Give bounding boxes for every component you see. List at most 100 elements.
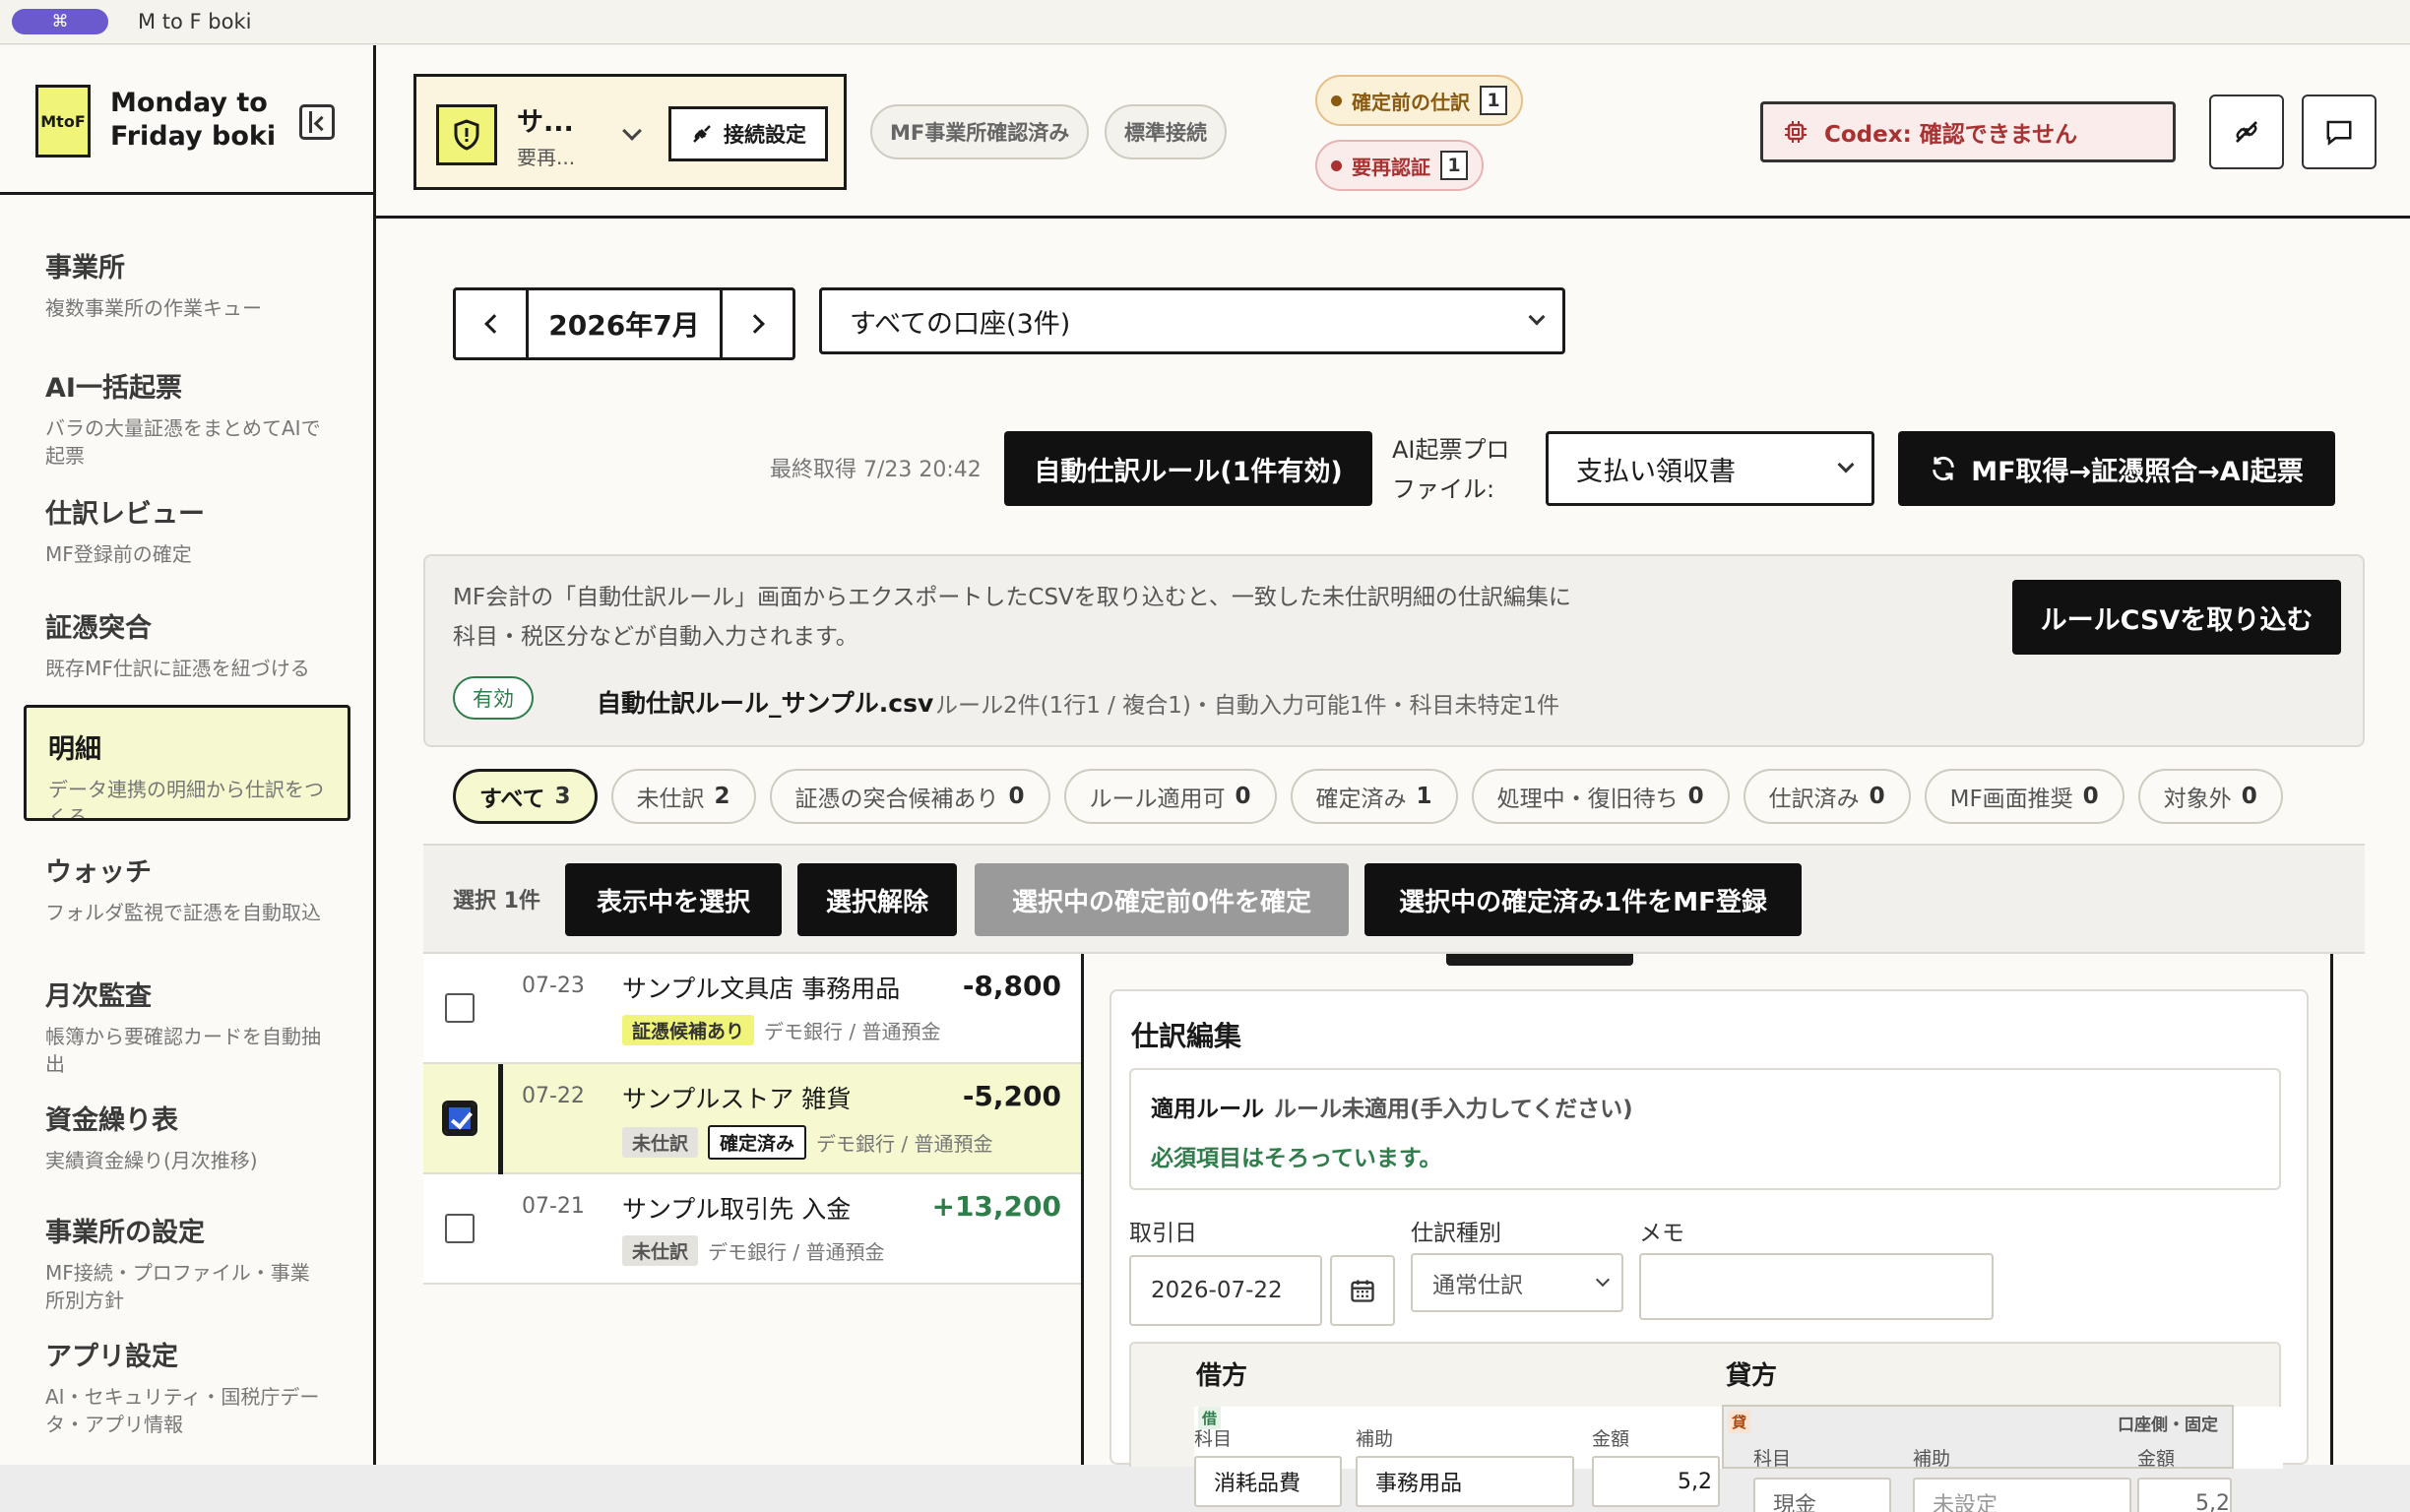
row-checkbox[interactable]	[442, 1101, 477, 1136]
filter-unjournaled[interactable]: 未仕訳 2	[610, 769, 756, 824]
filter-count: 0	[2241, 784, 2257, 809]
sidebar-item-label: 証憑突合	[45, 613, 152, 644]
profile-select[interactable]: 支払い領収書	[1546, 431, 1874, 506]
sidebar-item-desc: 既存MF仕訳に証憑を紐づける	[45, 657, 310, 680]
codex-status-text: Codex: 確認できません	[1824, 122, 2078, 148]
list-item[interactable]: 07-21 サンプル取引先 入金 +13,200 未仕訳 デモ銀行 / 普通預金	[423, 1174, 1083, 1285]
filter-journaled[interactable]: 仕訳済み 0	[1743, 769, 1911, 824]
credit-account-input[interactable]: 現金	[1753, 1478, 1891, 1512]
sidebar-item-journal-review[interactable]: 仕訳レビュー MF登録前の確定	[24, 472, 350, 591]
auto-rule-button[interactable]: 自動仕訳ルール(1件有効)	[1004, 431, 1372, 506]
connection-settings-button[interactable]: 接続設定	[668, 106, 828, 161]
status-badge: 未仕訳	[622, 1235, 699, 1266]
sidebar-item-offices[interactable]: 事業所 複数事業所の作業キュー	[24, 226, 350, 345]
row-tags: 証憑候補あり デモ銀行 / 普通預金	[622, 1015, 940, 1045]
sidebar-item-app-settings[interactable]: アプリ設定 AI・セキュリティ・国税庁データ・アプリ情報	[24, 1315, 350, 1436]
filter-count: 3	[554, 784, 571, 809]
credit-header: 貸方	[1726, 1361, 1778, 1391]
row-description: サンプル文具店 事務用品	[622, 975, 901, 1003]
debit-header: 借方	[1196, 1361, 1248, 1391]
shield-icon	[436, 104, 497, 165]
deselect-button[interactable]: 選択解除	[797, 863, 957, 936]
editor-tab-handle[interactable]	[1446, 954, 1633, 966]
filter-receipt-candidates[interactable]: 証憑の突合候補あり 0	[769, 769, 1050, 824]
sidebar-item-cashflow[interactable]: 資金繰り表 実績資金繰り(月次推移)	[24, 1079, 350, 1197]
sidebar-item-statements[interactable]: 明細 データ連携の明細から仕訳をつくる	[24, 705, 350, 821]
sidebar-collapse-icon[interactable]	[299, 104, 335, 140]
cpu-icon	[1785, 121, 1807, 143]
next-month-button[interactable]	[720, 290, 793, 357]
filter-excluded[interactable]: 対象外 0	[2137, 769, 2283, 824]
pending-count: 1	[1480, 86, 1507, 115]
row-date: 07-22	[522, 1084, 585, 1108]
chevron-down-icon	[1595, 1272, 1611, 1288]
status-dot-icon	[1331, 159, 1342, 171]
sidebar-item-desc: MF登録前の確定	[45, 542, 192, 566]
sidebar-item-desc: 複数事業所の作業キュー	[45, 296, 262, 320]
prev-month-button[interactable]	[456, 290, 529, 357]
filter-confirmed[interactable]: 確定済み 1	[1290, 769, 1458, 824]
journal-type-value: 通常仕訳	[1432, 1273, 1523, 1298]
row-account: デモ銀行 / 普通預金	[764, 1020, 941, 1043]
credit-account-col: 科目	[1753, 1448, 1792, 1470]
sidebar-item-label: 月次監査	[45, 981, 152, 1012]
row-checkbox[interactable]	[445, 1214, 475, 1243]
fetch-match-ai-button[interactable]: MF取得→証憑照合→AI起票	[1898, 431, 2335, 506]
status-badge: 未仕訳	[622, 1127, 699, 1158]
sidebar-item-receipt-matching[interactable]: 証憑突合 既存MF仕訳に証憑を紐づける	[24, 587, 350, 705]
office-switcher[interactable]: サ... 要再... 接続設定	[413, 74, 847, 190]
standard-connection-chip: 標準接続	[1105, 104, 1227, 159]
credit-badge: 貸	[1728, 1411, 1751, 1433]
sidebar-item-office-settings[interactable]: 事業所の設定 MF接続・プロファイル・事業所別方針	[24, 1191, 350, 1312]
list-item[interactable]: 07-22 サンプルストア 雑貨 -5,200 未仕訳 確定済み デモ銀行 / …	[423, 1064, 1083, 1174]
sidebar-item-desc: バラの大量証憑をまとめてAIで起票	[45, 416, 321, 468]
sidebar-item-desc: データ連携の明細から仕訳をつくる	[48, 778, 324, 821]
select-visible-button[interactable]: 表示中を選択	[565, 863, 782, 936]
credit-amount-input[interactable]: 5,2	[2137, 1478, 2232, 1512]
credit-sub-input[interactable]: 未設定	[1913, 1478, 2131, 1512]
filter-all[interactable]: すべて 3	[453, 769, 598, 824]
debit-account-input[interactable]: 消耗品費	[1194, 1456, 1342, 1507]
row-checkbox[interactable]	[445, 993, 475, 1023]
chevron-down-icon	[1837, 456, 1855, 473]
filter-mf-recommended[interactable]: MF画面推奨 0	[1924, 769, 2125, 824]
plug-icon[interactable]	[2209, 94, 2284, 169]
sidebar-item-watch[interactable]: ウォッチ フォルダ監視で証憑を自動取込	[24, 831, 350, 949]
debit-amount-input[interactable]: 5,2	[1592, 1456, 1720, 1507]
selected-count: 選択 1件	[453, 889, 540, 914]
chevron-down-icon[interactable]	[622, 121, 642, 141]
journal-editor-card: 仕訳編集 適用ルール ルール未適用(手入力してください) 必須項目はそろっています…	[1110, 989, 2309, 1512]
row-amount: +13,200	[931, 1190, 1061, 1223]
sidebar-item-monthly-audit[interactable]: 月次監査 帳簿から要確認カードを自動抽出	[24, 955, 350, 1076]
credit-fixed-label: 口座側・固定	[2118, 1416, 2218, 1435]
confirm-pending-button[interactable]: 選択中の確定前0件を確定	[975, 863, 1349, 936]
chat-icon[interactable]	[2302, 94, 2377, 169]
rule-csv-panel: MF会計の「自動仕訳ルール」画面からエクスポートしたCSVを取り込むと、一致した…	[423, 554, 2365, 747]
register-mf-button[interactable]: 選択中の確定済み1件をMF登録	[1364, 863, 1802, 936]
filter-count: 0	[1008, 784, 1025, 809]
editor-title: 仕訳編集	[1131, 1020, 1242, 1052]
app-menu-pill[interactable]: ⌘	[12, 9, 108, 34]
refresh-icon	[1933, 456, 1954, 481]
date-input[interactable]: 2026-07-22	[1129, 1255, 1322, 1326]
app-logo: MtoF	[35, 85, 91, 158]
sidebar-item-ai-bulk[interactable]: AI一括起票 バラの大量証憑をまとめてAIで起票	[24, 346, 350, 468]
codex-status-banner[interactable]: Codex: 確認できません	[1760, 101, 2176, 162]
calendar-icon[interactable]	[1330, 1255, 1395, 1326]
journal-type-select[interactable]: 通常仕訳	[1411, 1253, 1623, 1312]
account-select[interactable]: すべての口座(3件)	[819, 287, 1565, 354]
debit-sub-input[interactable]: 事務用品	[1356, 1456, 1574, 1507]
main-content: 2026年7月 すべての口座(3件) 最終取得 7/23 20:42 自動仕訳ル…	[376, 221, 2410, 1512]
list-item[interactable]: 07-23 サンプル文具店 事務用品 -8,800 証憑候補あり デモ銀行 / …	[423, 954, 1083, 1064]
filter-tabs: すべて 3 未仕訳 2 証憑の突合候補あり 0 ルール適用可 0 確定済み 1 処理中・復…	[453, 769, 2283, 826]
import-rule-csv-button[interactable]: ルールCSVを取り込む	[2012, 580, 2341, 655]
pending-journals-chip[interactable]: 確定前の仕訳 1	[1315, 75, 1523, 126]
profile-label: AI起票プロファイル:	[1392, 436, 1510, 503]
memo-input[interactable]	[1639, 1253, 1994, 1320]
reauth-chip[interactable]: 要再認証 1	[1315, 140, 1484, 191]
filter-count: 0	[1235, 784, 1251, 809]
credit-amount-col: 金額	[2137, 1448, 2176, 1470]
filter-processing[interactable]: 処理中・復旧待ち 0	[1471, 769, 1730, 824]
filter-count: 0	[1869, 784, 1885, 809]
filter-rule-applicable[interactable]: ルール適用可 0	[1063, 769, 1277, 824]
